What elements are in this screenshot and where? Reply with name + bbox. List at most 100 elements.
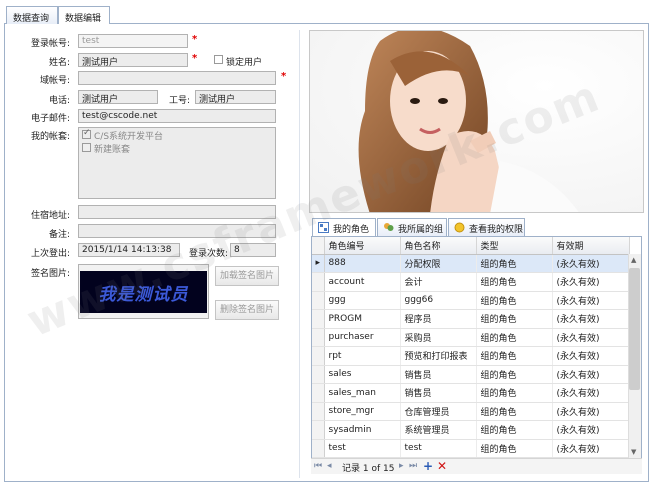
row-indicator[interactable] — [312, 328, 325, 347]
table-cell[interactable]: purchaser — [324, 328, 401, 347]
table-row[interactable]: sysadmin 系统管理员 组的角色 (永久有效) — [312, 420, 630, 440]
row-indicator[interactable] — [312, 346, 325, 366]
table-row[interactable]: account 会计 组的角色 (永久有效) — [312, 272, 630, 292]
remark-field[interactable] — [78, 224, 276, 238]
row-indicator[interactable] — [312, 420, 325, 440]
column-header[interactable]: 类型 — [476, 237, 553, 255]
row-indicator[interactable] — [312, 291, 325, 310]
row-indicator[interactable] — [312, 309, 325, 329]
table-cell[interactable]: 组的角色 — [476, 309, 553, 329]
table-row[interactable]: store_mgr 仓库管理员 组的角色 (永久有效) — [312, 402, 630, 421]
table-cell[interactable]: 仓库管理员 — [400, 402, 477, 421]
lock-user-checkbox[interactable] — [214, 55, 223, 64]
email-field[interactable]: test@cscode.net — [78, 109, 276, 123]
table-cell[interactable]: 会计 — [400, 272, 477, 292]
table-cell[interactable]: (永久有效) — [552, 346, 630, 366]
login-field[interactable]: test — [78, 34, 188, 48]
table-cell[interactable]: (永久有效) — [552, 291, 630, 310]
delete-record-icon[interactable]: ✕ — [437, 459, 447, 473]
table-row[interactable]: sales_man 销售员 组的角色 (永久有效) — [312, 383, 630, 403]
table-cell[interactable]: account — [324, 272, 401, 292]
column-header[interactable]: 有效期 — [552, 237, 630, 255]
domain-field[interactable] — [78, 71, 276, 85]
table-cell[interactable]: 采购员 — [400, 328, 477, 347]
tab-data-query[interactable]: 数据查询 — [6, 6, 58, 25]
last-record-icon[interactable]: ⏭ — [409, 461, 417, 471]
prev-record-icon[interactable]: ◂ — [327, 461, 332, 471]
table-cell[interactable]: 组的角色 — [476, 346, 553, 366]
table-row[interactable]: purchaser 采购员 组的角色 (永久有效) — [312, 328, 630, 347]
table-cell[interactable]: 销售员 — [400, 365, 477, 384]
table-cell[interactable]: (永久有效) — [552, 328, 630, 347]
table-cell[interactable]: 组的角色 — [476, 272, 553, 292]
table-cell[interactable]: ggg — [324, 291, 401, 310]
table-cell[interactable]: 组的角色 — [476, 254, 553, 273]
login-count-field[interactable]: 8 — [230, 243, 276, 257]
tab-my-groups[interactable]: 我所属的组 — [377, 218, 447, 236]
email-label: 电子邮件: — [30, 114, 70, 124]
table-cell[interactable]: 组的角色 — [476, 439, 553, 458]
table-cell[interactable]: 组的角色 — [476, 328, 553, 347]
table-cell[interactable]: test — [324, 439, 401, 458]
table-cell[interactable]: 程序员 — [400, 309, 477, 329]
table-cell[interactable]: PROGM — [324, 309, 401, 329]
tab-data-edit[interactable]: 数据编辑 — [58, 6, 110, 26]
account-checkbox[interactable]: ✓ — [82, 128, 91, 139]
add-record-icon[interactable]: + — [423, 459, 433, 473]
name-field[interactable]: 测试用户 — [78, 53, 188, 67]
account-checkbox[interactable] — [82, 143, 91, 152]
remark-label: 备注: — [48, 230, 70, 240]
table-row[interactable]: rpt 预览和打印报表 组的角色 (永久有效) — [312, 346, 630, 366]
table-cell[interactable]: (永久有效) — [552, 254, 630, 273]
tab-my-permissions[interactable]: 查看我的权限 — [448, 218, 525, 236]
table-cell[interactable]: 分配权限 — [400, 254, 477, 273]
load-signature-button[interactable]: 加载签名图片 — [215, 266, 279, 286]
table-cell[interactable]: (永久有效) — [552, 383, 630, 403]
delete-signature-button[interactable]: 删除签名图片 — [215, 300, 279, 320]
table-cell[interactable]: 组的角色 — [476, 383, 553, 403]
table-cell[interactable]: 组的角色 — [476, 420, 553, 440]
table-cell[interactable]: store_mgr — [324, 402, 401, 421]
row-indicator[interactable] — [312, 439, 325, 458]
table-cell[interactable]: test — [400, 439, 477, 458]
empno-field[interactable]: 测试用户 — [195, 90, 276, 104]
table-cell[interactable]: 预览和打印报表 — [400, 346, 477, 366]
tab-my-roles[interactable]: 我的角色 — [312, 218, 376, 236]
row-indicator[interactable] — [312, 402, 325, 421]
splitter[interactable] — [299, 30, 300, 478]
table-cell[interactable]: 系统管理员 — [400, 420, 477, 440]
table-cell[interactable]: 组的角色 — [476, 365, 553, 384]
table-cell[interactable]: (永久有效) — [552, 420, 630, 440]
table-row[interactable]: ▸ 888 分配权限 组的角色 (永久有效) — [312, 254, 630, 273]
table-cell[interactable]: (永久有效) — [552, 309, 630, 329]
table-cell[interactable]: sales — [324, 365, 401, 384]
column-header[interactable]: 角色编号 — [324, 237, 401, 255]
table-cell[interactable]: 组的角色 — [476, 291, 553, 310]
table-cell[interactable]: sales_man — [324, 383, 401, 403]
table-row[interactable]: test test 组的角色 (永久有效) — [312, 439, 630, 458]
table-cell[interactable]: 888 — [324, 254, 401, 273]
address-field[interactable] — [78, 205, 276, 219]
table-cell[interactable]: ggg66 — [400, 291, 477, 310]
table-cell[interactable]: sysadmin — [324, 420, 401, 440]
current-row-indicator[interactable]: ▸ — [312, 254, 325, 273]
table-row[interactable]: PROGM 程序员 组的角色 (永久有效) — [312, 309, 630, 329]
row-indicator[interactable] — [312, 272, 325, 292]
table-cell[interactable]: rpt — [324, 346, 401, 366]
phone-field[interactable]: 测试用户 — [78, 90, 158, 104]
first-record-icon[interactable]: ⏮ — [314, 461, 322, 471]
table-cell[interactable]: 销售员 — [400, 383, 477, 403]
row-indicator[interactable] — [312, 383, 325, 403]
row-indicator[interactable] — [312, 365, 325, 384]
table-cell[interactable]: (永久有效) — [552, 365, 630, 384]
last-logout-field[interactable]: 2015/1/14 14:13:38 — [78, 243, 180, 257]
table-cell[interactable]: (永久有效) — [552, 402, 630, 421]
table-cell[interactable]: (永久有效) — [552, 272, 630, 292]
column-header[interactable]: 角色名称 — [400, 237, 477, 255]
table-row[interactable]: sales 销售员 组的角色 (永久有效) — [312, 365, 630, 384]
table-row[interactable]: ggg ggg66 组的角色 (永久有效) — [312, 291, 630, 310]
table-cell[interactable]: 组的角色 — [476, 402, 553, 421]
scrollbar-thumb[interactable] — [629, 268, 640, 390]
next-record-icon[interactable]: ▸ — [399, 461, 404, 471]
table-cell[interactable]: (永久有效) — [552, 439, 630, 458]
